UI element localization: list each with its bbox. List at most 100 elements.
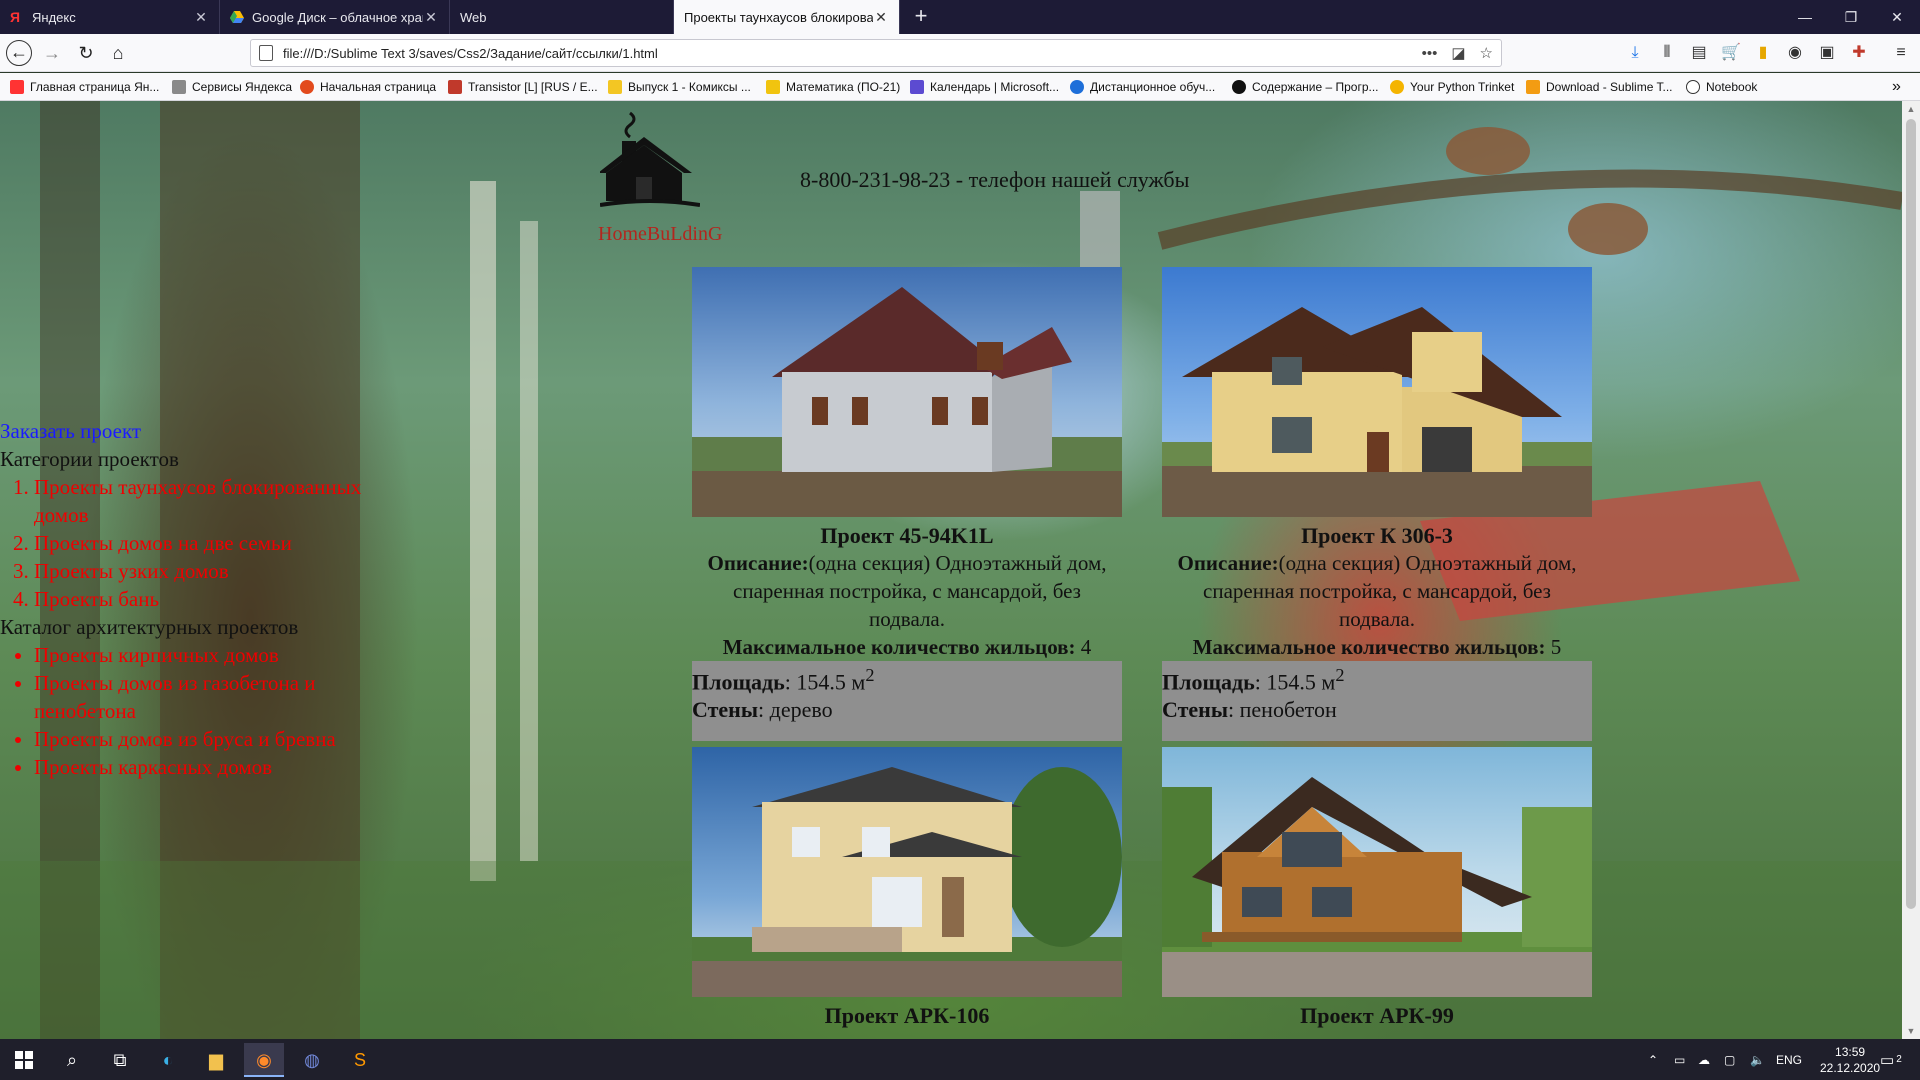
order-project-link[interactable]: Заказать проект (0, 419, 141, 443)
new-tab-button[interactable]: + (906, 0, 936, 34)
forward-button[interactable]: → (38, 40, 66, 66)
max-residents-value: 5 (1550, 635, 1562, 659)
project-photo[interactable] (692, 267, 1122, 517)
tab-current[interactable]: Проекты таунхаусов блокирован ✕ (674, 0, 900, 34)
bookmark-item[interactable]: Transistor [L] [RUS / E... (448, 77, 598, 97)
project-card: Проект АРК-99 (1162, 747, 1592, 1029)
bookmark-item[interactable]: Математика (ПО-21) (766, 77, 900, 97)
cart-icon[interactable]: 🛒 (1720, 42, 1742, 64)
comics-icon (608, 80, 622, 94)
project-title: Проект 45-94K1L (820, 523, 994, 548)
scroll-up-icon[interactable]: ▲ (1902, 101, 1920, 117)
project-description: Описание:(одна секция) Одноэтажный дом, … (692, 549, 1122, 633)
library-icon[interactable]: ⫴ (1656, 42, 1678, 64)
catalog-link[interactable]: Проекты домов из газобетона и пенобетона (34, 669, 400, 725)
tray-network-icon[interactable]: ▭ (1674, 1039, 1685, 1080)
catalog-title: Каталог архитектурных проектов (0, 615, 299, 639)
category-link[interactable]: Проекты бань (34, 585, 400, 613)
bookmark-item[interactable]: Начальная страница (300, 77, 436, 97)
close-icon[interactable]: ✕ (193, 9, 209, 26)
extension-icon[interactable]: ▮ (1752, 42, 1774, 64)
bookmark-item[interactable]: Download - Sublime T... (1526, 77, 1673, 97)
home-button[interactable]: ⌂ (104, 40, 132, 66)
categories-title: Категории проектов (0, 447, 179, 471)
pocket-icon[interactable]: ◪ (1451, 44, 1465, 62)
clock[interactable]: 13:59 22.12.2020 (1820, 1039, 1880, 1080)
more-bookmarks-icon[interactable]: » (1892, 77, 1901, 97)
bookmark-item[interactable]: Your Python Trinket (1390, 77, 1514, 97)
scroll-down-icon[interactable]: ▼ (1902, 1023, 1920, 1039)
close-icon[interactable]: ✕ (423, 9, 439, 26)
catalog-link[interactable]: Проекты домов из бруса и бревна (34, 725, 400, 753)
contents-icon (1232, 80, 1246, 94)
task-view-icon[interactable]: ⧉ (100, 1043, 140, 1077)
more-actions-icon[interactable]: ••• (1422, 45, 1438, 62)
tab-google-drive[interactable]: Google Диск – облачное хран ✕ (220, 0, 450, 34)
catalog-link[interactable]: Проекты каркасных домов (34, 753, 400, 781)
menu-icon[interactable]: ≡ (1890, 42, 1912, 64)
edge-icon[interactable]: ◐ (148, 1043, 188, 1077)
clock-time: 13:59 (1835, 1044, 1866, 1059)
bookmark-item[interactable]: Главная страница Ян... (10, 77, 159, 97)
scrollbar-thumb[interactable] (1906, 119, 1916, 909)
sublime-text-icon[interactable]: S (340, 1043, 380, 1077)
close-window-button[interactable]: ✕ (1874, 0, 1920, 34)
bookmark-label: Transistor [L] [RUS / E... (468, 80, 598, 94)
sidebar-icon[interactable]: ▤ (1688, 42, 1710, 64)
logo-text[interactable]: HomeBuLdinG (598, 223, 722, 246)
area-value: : 154.5 м (784, 669, 866, 695)
back-button[interactable]: ← (6, 40, 32, 66)
bookmark-item[interactable]: Календарь | Microsoft... (910, 77, 1059, 97)
catalog-link[interactable]: Проекты кирпичных домов (34, 641, 400, 669)
discord-icon[interactable]: ◍ (292, 1043, 332, 1077)
area-label: Площадь (692, 669, 785, 695)
project-photo[interactable] (1162, 747, 1592, 997)
tab-title: Яндекс (32, 9, 76, 25)
bookmark-label: Начальная страница (320, 80, 437, 94)
category-link[interactable]: Проекты домов на две семьи (34, 529, 400, 557)
page-icon (259, 45, 273, 61)
catalog-list: Проекты кирпичных домов Проекты домов из… (0, 641, 400, 781)
tray-chevron-icon[interactable]: ⌃ (1648, 1039, 1658, 1080)
tab-web[interactable]: Web (450, 0, 674, 34)
url-text[interactable]: file:///D:/Sublime Text 3/saves/Css2/Зад… (283, 46, 1408, 61)
bookmark-item[interactable]: Дистанционное обуч... (1070, 77, 1215, 97)
tab-bar: Я Яндекс ✕ Google Диск – облачное хран ✕… (0, 0, 1920, 34)
max-residents-label: Максимальное количество жильцов: (1192, 635, 1546, 659)
url-bar[interactable]: file:///D:/Sublime Text 3/saves/Css2/Зад… (250, 39, 1502, 67)
area-row: Площадь: 154.5 м2 (1162, 661, 1592, 696)
firefox-icon[interactable]: ◉ (244, 1043, 284, 1077)
file-explorer-icon[interactable]: ▆ (196, 1043, 236, 1077)
project-photo[interactable] (692, 747, 1122, 997)
notifications-icon[interactable]: ▭ 2 (1880, 1039, 1902, 1080)
project-photo[interactable] (1162, 267, 1592, 517)
category-link[interactable]: Проекты таунхаусов блокированных домов (34, 473, 400, 529)
page-scrollbar[interactable]: ▲ ▼ (1902, 101, 1920, 1039)
tab-yandex[interactable]: Я Яндекс ✕ (0, 0, 220, 34)
area-label: Площадь (1162, 669, 1255, 695)
tray-cloud-icon[interactable]: ☁ (1698, 1039, 1710, 1080)
account-icon[interactable]: ◉ (1784, 42, 1806, 64)
minimize-button[interactable]: — (1782, 0, 1828, 34)
search-icon[interactable]: ⌕ (52, 1043, 92, 1077)
close-icon[interactable]: ✕ (873, 9, 889, 26)
tray-volume-icon[interactable]: 🔈 (1750, 1039, 1765, 1080)
project-title: Проект АРК-99 (1300, 1003, 1454, 1028)
bookmark-star-icon[interactable]: ☆ (1480, 44, 1493, 62)
side-menu: Заказать проект Категории проектов Проек… (0, 417, 400, 781)
teams-icon (910, 80, 924, 94)
extension-icon[interactable]: ✚ (1848, 42, 1870, 64)
restore-button[interactable]: ❐ (1828, 0, 1874, 34)
bookmark-item[interactable]: Содержание – Прогр... (1232, 77, 1379, 97)
bookmark-item[interactable]: Notebook (1686, 77, 1757, 97)
tray-display-icon[interactable]: ▢ (1724, 1039, 1735, 1080)
category-link[interactable]: Проекты узких домов (34, 557, 400, 585)
area-row: Площадь: 154.5 м2 (692, 661, 1122, 696)
bookmark-item[interactable]: Сервисы Яндекса (172, 77, 292, 97)
language-indicator[interactable]: ENG (1776, 1039, 1802, 1080)
reload-button[interactable]: ↻ (72, 40, 100, 66)
extension-icon[interactable]: ▣ (1816, 42, 1838, 64)
windows-start-icon[interactable] (4, 1043, 44, 1077)
bookmark-item[interactable]: Выпуск 1 - Комиксы ... (608, 77, 751, 97)
downloads-icon[interactable]: ⤓ (1624, 42, 1646, 64)
